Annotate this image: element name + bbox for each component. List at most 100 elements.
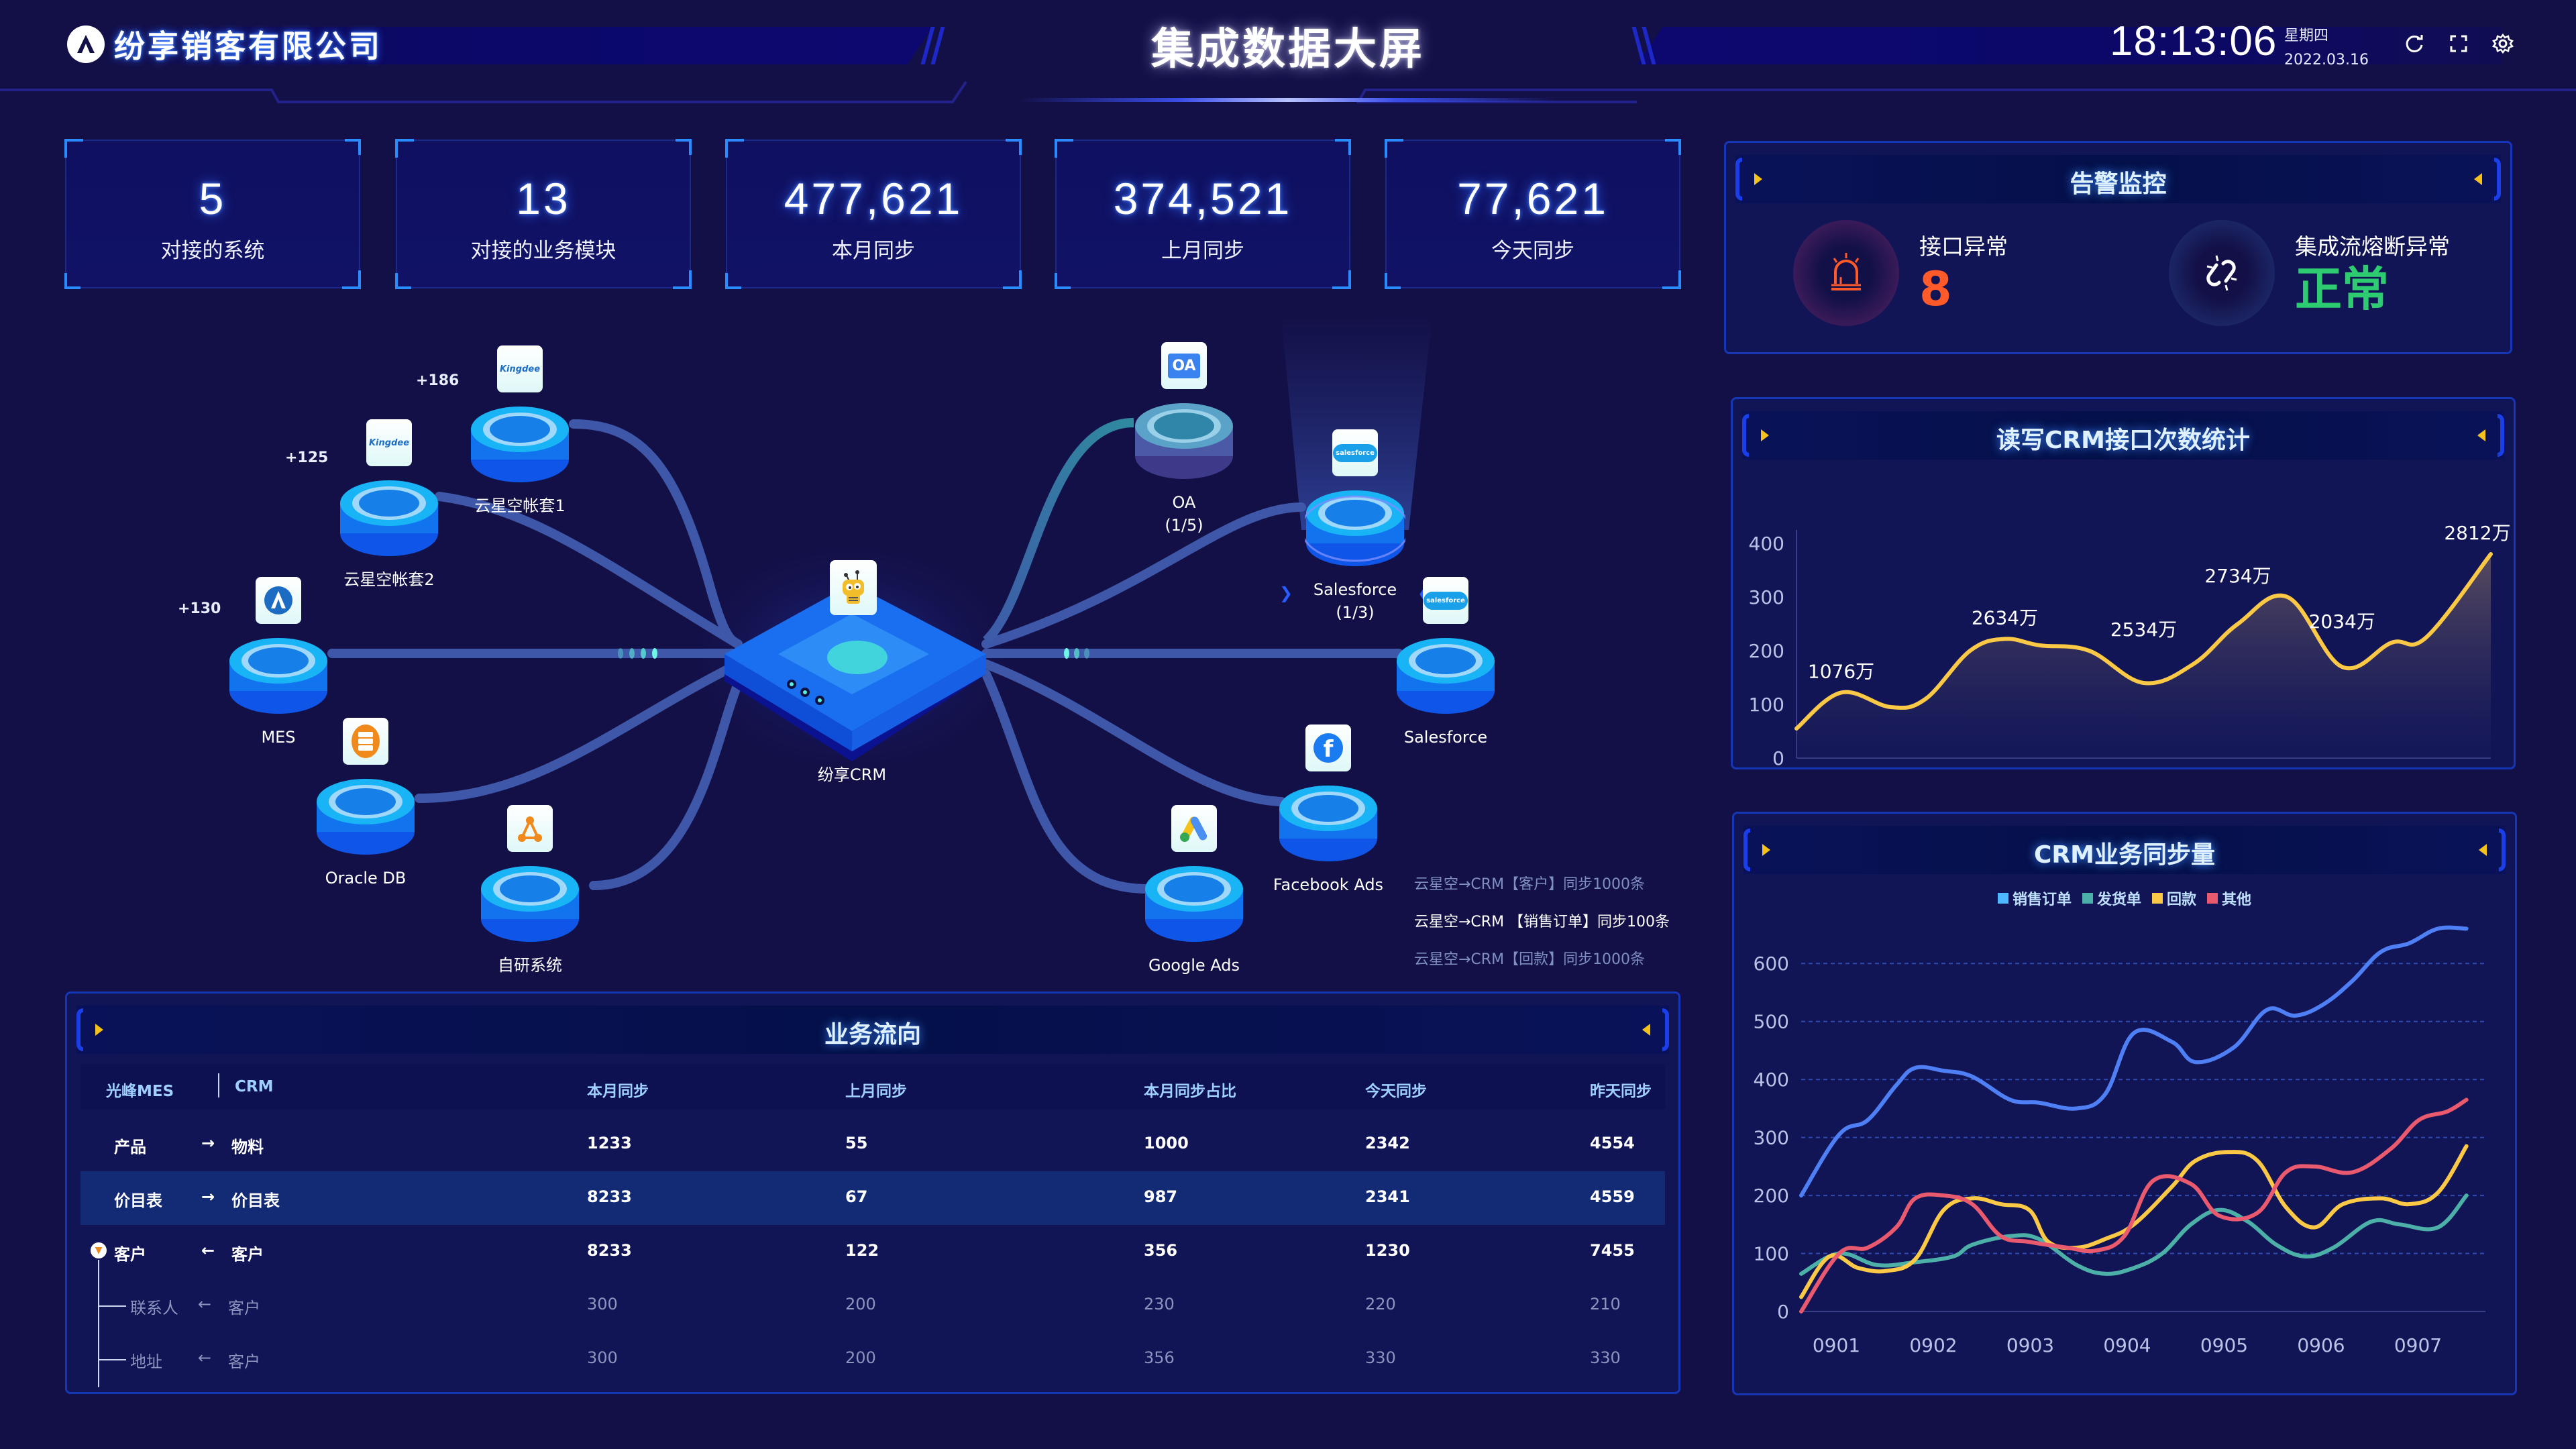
sync-log-item-active: 云星空→CRM 【销售订单】同步100条 [1414, 914, 1670, 930]
crm-api-calls-chart: 0100200300400090109020903090409050906090… [1749, 522, 2511, 769]
chart-legend: 销售订单 发货单 回款 其他 [1734, 888, 2515, 909]
panel-header: CRM业务同步量 [1743, 826, 2506, 874]
y-tick-label: 200 [1749, 640, 1784, 662]
node-count-badge: +130 [178, 600, 221, 617]
table-header: 光峰MES CRM 本月同步 上月同步 本月同步占比 今天同步 昨天同步 [80, 1064, 1665, 1109]
sync-log-item: 云星空→CRM【客户】同步1000条 [1414, 876, 1646, 893]
col-header-target: CRM [235, 1078, 274, 1095]
kingdee-text: Kingdee [499, 364, 541, 374]
cell-last-month: 200 [845, 1295, 876, 1313]
target-object: 物料 [231, 1138, 264, 1157]
kingdee-logo: Kingdee [497, 345, 543, 392]
col-header-source: 光峰MES [106, 1083, 174, 1100]
table-row[interactable]: 地址 ← 客户 300 200 356 330 330 [80, 1332, 1665, 1386]
cell-ratio: 356 [1144, 1241, 1178, 1260]
node-label: Oracle DB [262, 867, 470, 890]
link-kingdee1 [569, 419, 743, 649]
stat-value: 77,621 [1457, 174, 1609, 223]
series-line-发货单 [1799, 1193, 2469, 1276]
legend-item[interactable]: 发货单 [2082, 888, 2141, 909]
legend-label: 回款 [2167, 892, 2197, 908]
stat-value: 374,521 [1113, 174, 1293, 223]
header-band-right [1637, 27, 2502, 64]
cell-yesterday: 4559 [1590, 1187, 1635, 1206]
node-pedestal [340, 480, 438, 556]
x-tick-label: 0906 [2297, 1334, 2345, 1356]
cell-last-month: 200 [845, 1348, 876, 1367]
data-label: 2534万 [2110, 619, 2177, 641]
fullscreen-icon [2450, 35, 2467, 52]
stat-value: 13 [516, 174, 571, 223]
table-row[interactable]: 价目表 → 价目表 8233 67 987 2341 4559 [80, 1171, 1665, 1225]
salesforce-logo: salesforce [1423, 577, 1468, 624]
cell-today: 330 [1365, 1348, 1396, 1367]
direction-arrow-icon: ← [198, 1295, 212, 1313]
alert-interface-error[interactable]: 接口异常 8 [1793, 220, 2008, 326]
node-name: 云星空帐套1 [474, 496, 566, 515]
target-object: 价目表 [231, 1191, 280, 1210]
y-tick-label: 500 [1754, 1011, 1789, 1033]
cell-today: 2342 [1365, 1134, 1410, 1152]
node-label: 云星空帐套2 [285, 568, 493, 591]
panel-header: 告警监控 [1735, 155, 2501, 203]
table-row[interactable]: ▼ 客户 ← 客户 8233 122 356 1230 7455 [80, 1225, 1665, 1279]
cell-yesterday: 7455 [1590, 1241, 1635, 1260]
node-pedestal [1397, 638, 1495, 714]
node-name: Oracle DB [325, 869, 407, 888]
y-tick-label: 0 [1772, 747, 1784, 769]
cell-today: 2341 [1365, 1187, 1410, 1206]
stat-value: 477,621 [784, 174, 963, 223]
expand-toggle-icon[interactable]: ▼ [91, 1242, 107, 1258]
cell-last-month: 55 [845, 1134, 868, 1152]
legend-item[interactable]: 回款 [2152, 888, 2196, 909]
date: 2022.03.16 [2284, 52, 2369, 68]
x-tick-label: 0902 [1909, 1334, 1957, 1356]
node-name: 自研系统 [498, 956, 562, 975]
target-object: 客户 [231, 1245, 264, 1264]
refresh-button[interactable] [2402, 31, 2427, 56]
legend-label: 发货单 [2096, 892, 2141, 908]
legend-item[interactable]: 销售订单 [1997, 888, 2072, 909]
node-name: OA [1172, 493, 1196, 512]
stat-label: 今天同步 [1491, 239, 1574, 263]
stat-card-last-month: 374,521 上月同步 [1055, 139, 1351, 289]
cell-ratio: 987 [1144, 1187, 1178, 1206]
cell-today: 220 [1365, 1295, 1396, 1313]
x-tick-label: 0907 [2394, 1334, 2442, 1356]
table-row[interactable]: 产品 → 物料 1233 55 1000 2342 4554 [80, 1118, 1665, 1171]
settings-button[interactable] [2490, 31, 2516, 56]
google-ads-logo [1171, 805, 1217, 852]
node-pedestal [481, 866, 579, 942]
cell-month: 300 [587, 1295, 618, 1313]
source-object: 客户 [114, 1245, 146, 1264]
fullscreen-button[interactable] [2446, 31, 2471, 56]
panel-title: 告警监控 [2070, 170, 2167, 198]
x-tick-label: 0901 [1813, 1334, 1860, 1356]
cell-month: 8233 [587, 1187, 632, 1206]
company-brand: 纷享销客有限公司 [67, 23, 382, 66]
stat-label: 对接的系统 [160, 239, 265, 263]
area-fill [1796, 554, 2491, 758]
stat-card-systems: 5 对接的系统 [64, 139, 361, 289]
y-tick-label: 400 [1754, 1069, 1789, 1091]
legend-swatch [2152, 893, 2163, 904]
node-pedestal [317, 779, 415, 855]
panel-title: 业务流向 [824, 1021, 921, 1049]
settings-icon [2492, 33, 2514, 54]
data-label: 1076万 [1808, 660, 1874, 682]
node-label: Google Ads [1090, 954, 1298, 977]
col-header-today: 今天同步 [1365, 1083, 1427, 1100]
legend-item[interactable]: 其他 [2207, 888, 2251, 909]
node-count-badge: +125 [285, 449, 329, 466]
table-row[interactable]: 联系人 ← 客户 300 200 230 220 210 [80, 1279, 1665, 1332]
alert-circuit-breaker[interactable]: 集成流熔断异常 正常 [2169, 220, 2450, 326]
page-title: 集成数据大屏 [1151, 25, 1425, 74]
node-pedestal [1305, 490, 1405, 566]
y-tick-label: 100 [1749, 694, 1784, 716]
stat-label: 上月同步 [1161, 239, 1244, 263]
node-sub: (1/5) [1165, 516, 1203, 535]
facebook-logo: f [1305, 724, 1351, 771]
database-icon [343, 718, 388, 765]
node-name: 云星空帐套2 [343, 570, 435, 589]
chevron-right-icon: ❯ [1279, 584, 1293, 602]
